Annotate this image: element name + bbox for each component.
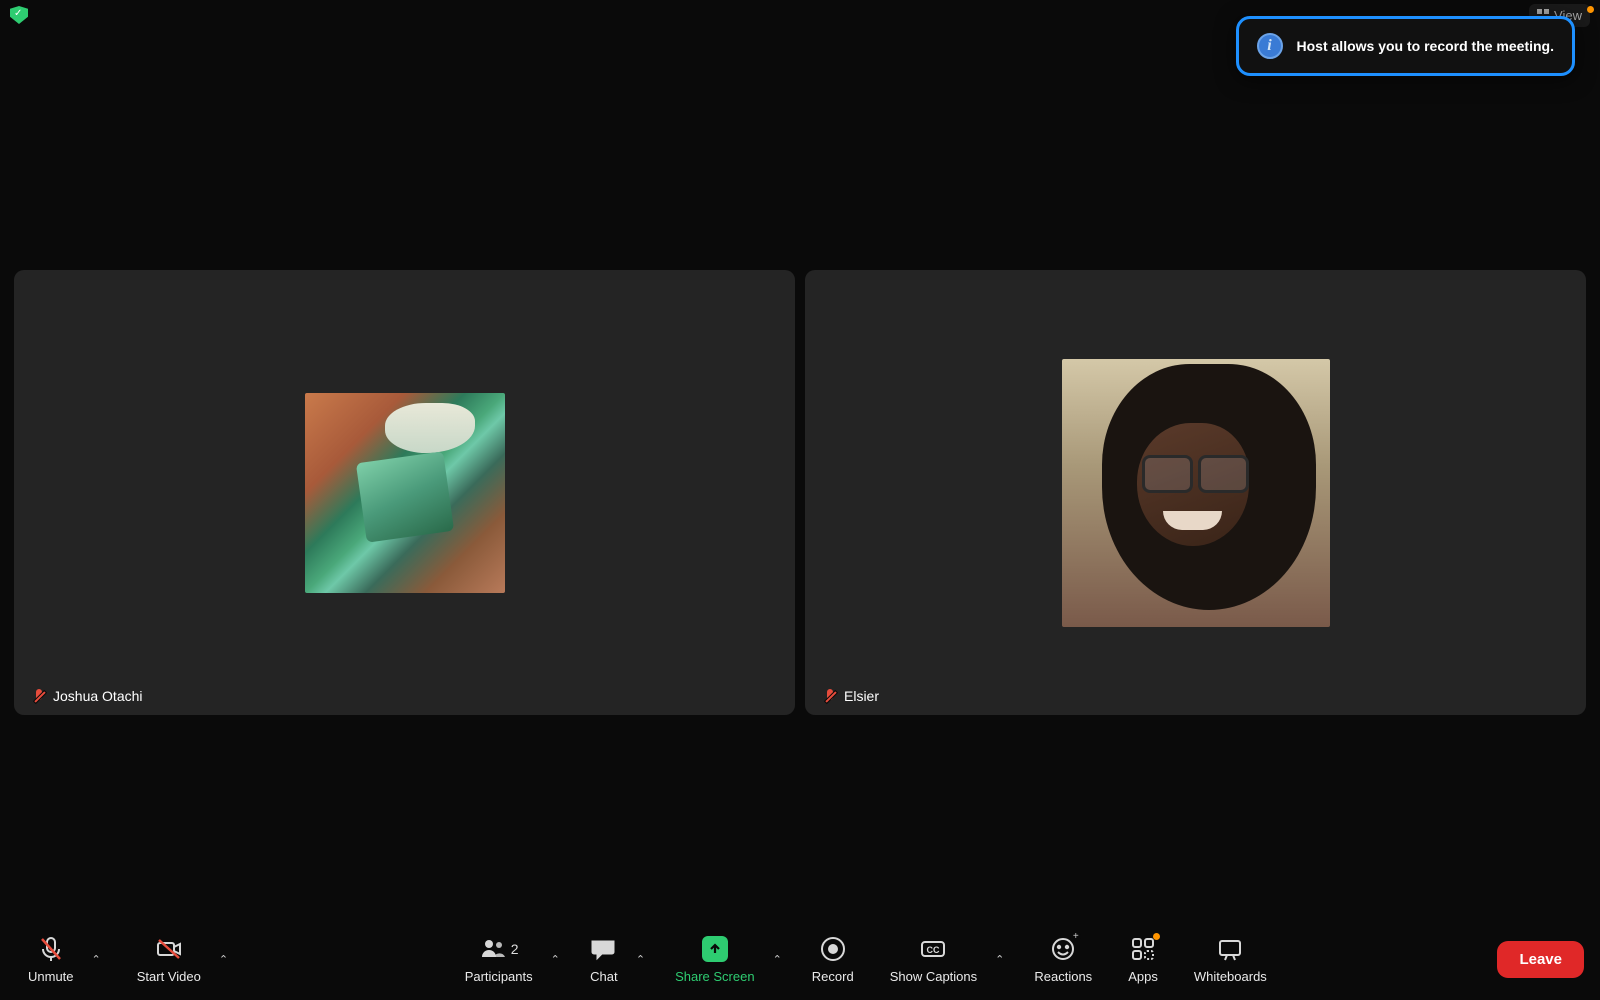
record-button[interactable]: Record bbox=[800, 929, 866, 990]
meeting-toolbar: Unmute ⌃ Start Video ⌃ bbox=[0, 918, 1600, 1000]
record-icon bbox=[819, 935, 847, 963]
video-options-caret[interactable]: ⌃ bbox=[213, 947, 234, 972]
share-screen-icon bbox=[702, 936, 728, 962]
whiteboards-button[interactable]: Whiteboards bbox=[1182, 929, 1279, 990]
chat-button[interactable]: Chat bbox=[578, 929, 630, 990]
encryption-shield-icon[interactable] bbox=[10, 6, 28, 24]
captions-icon: CC bbox=[919, 935, 947, 963]
notification-dot-icon bbox=[1587, 6, 1594, 13]
name-tag: Joshua Otachi bbox=[24, 685, 151, 707]
muted-mic-icon bbox=[32, 689, 47, 704]
start-video-label: Start Video bbox=[137, 969, 201, 984]
microphone-icon bbox=[37, 935, 65, 963]
participant-name: Joshua Otachi bbox=[53, 688, 143, 704]
muted-mic-icon bbox=[823, 689, 838, 704]
participants-icon bbox=[479, 935, 507, 963]
chat-label: Chat bbox=[590, 969, 617, 984]
whiteboards-label: Whiteboards bbox=[1194, 969, 1267, 984]
reactions-button[interactable]: + Reactions bbox=[1022, 929, 1104, 990]
participants-count: 2 bbox=[511, 941, 519, 957]
reactions-label: Reactions bbox=[1034, 969, 1092, 984]
apps-badge-icon bbox=[1153, 933, 1160, 940]
unmute-label: Unmute bbox=[28, 969, 74, 984]
toast-message: Host allows you to record the meeting. bbox=[1297, 38, 1554, 54]
participants-button[interactable]: 2 Participants bbox=[453, 929, 545, 990]
info-icon: i bbox=[1257, 33, 1283, 59]
captions-label: Show Captions bbox=[890, 969, 977, 984]
name-tag: Elsier bbox=[815, 685, 887, 707]
start-video-button[interactable]: Start Video bbox=[125, 929, 213, 990]
record-label: Record bbox=[812, 969, 854, 984]
apps-button[interactable]: Apps bbox=[1116, 929, 1170, 990]
plus-badge-icon: + bbox=[1070, 931, 1081, 942]
participant-tile[interactable]: Joshua Otachi bbox=[14, 270, 795, 715]
avatar bbox=[305, 393, 505, 593]
share-screen-label: Share Screen bbox=[675, 969, 755, 984]
svg-text:CC: CC bbox=[927, 945, 940, 955]
avatar bbox=[1062, 359, 1330, 627]
apps-label: Apps bbox=[1128, 969, 1158, 984]
share-screen-button[interactable]: Share Screen bbox=[663, 929, 767, 990]
show-captions-button[interactable]: CC Show Captions bbox=[878, 929, 989, 990]
camera-icon bbox=[155, 935, 183, 963]
audio-options-caret[interactable]: ⌃ bbox=[86, 947, 107, 972]
participant-name: Elsier bbox=[844, 688, 879, 704]
captions-options-caret[interactable]: ⌃ bbox=[989, 947, 1010, 972]
participants-options-caret[interactable]: ⌃ bbox=[545, 947, 566, 972]
whiteboard-icon bbox=[1216, 935, 1244, 963]
participant-tile[interactable]: Elsier bbox=[805, 270, 1586, 715]
participants-label: Participants bbox=[465, 969, 533, 984]
recording-permission-toast[interactable]: i Host allows you to record the meeting. bbox=[1236, 16, 1575, 76]
chat-icon bbox=[590, 935, 618, 963]
chat-options-caret[interactable]: ⌃ bbox=[630, 947, 651, 972]
share-options-caret[interactable]: ⌃ bbox=[767, 947, 788, 972]
unmute-button[interactable]: Unmute bbox=[16, 929, 86, 990]
leave-button[interactable]: Leave bbox=[1497, 941, 1584, 978]
